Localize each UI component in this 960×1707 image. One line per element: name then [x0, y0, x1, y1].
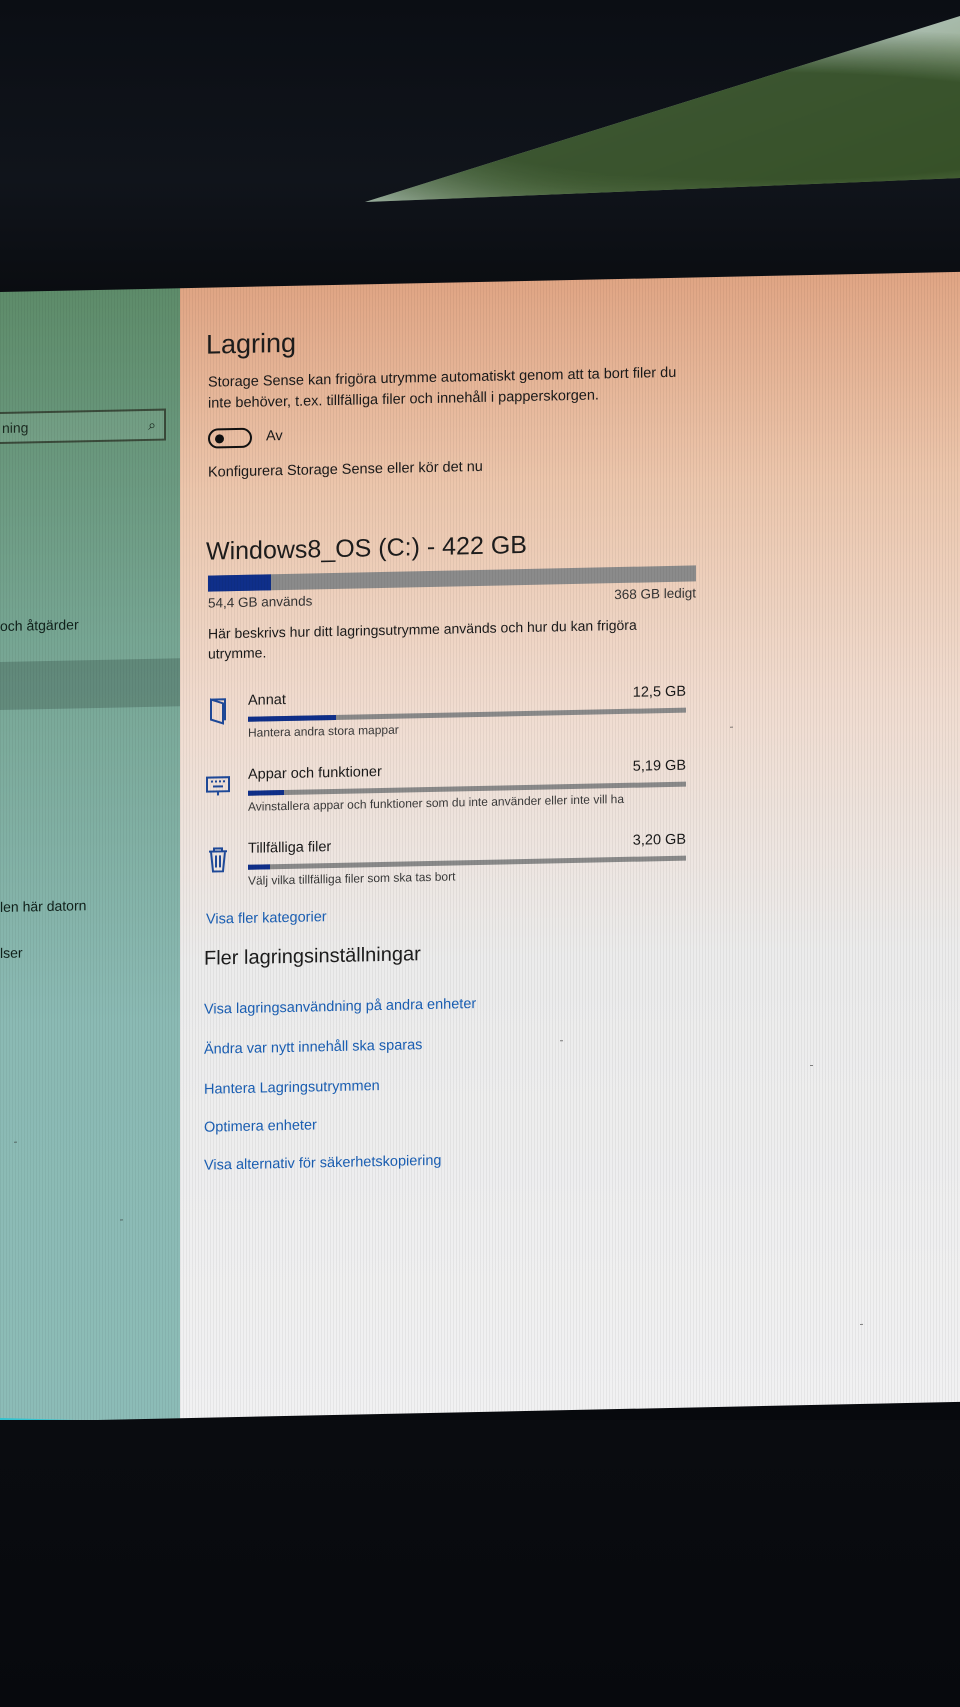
more-settings-heading: Fler lagringsinställningar	[204, 943, 421, 970]
toggle-state-label: Av	[266, 428, 283, 445]
monitor-screen: ning ⌕ och åtgärder len här datorn lser …	[0, 242, 960, 1423]
category-subtitle: Hantera andra stora mappar	[248, 722, 399, 740]
category-bar-fill	[248, 714, 336, 722]
show-more-categories-link[interactable]: Visa fler kategorier	[206, 909, 327, 928]
category-name: Appar och funktioner	[248, 764, 382, 783]
page-title: Lagring	[206, 327, 297, 360]
trash-icon	[209, 847, 227, 873]
category-size: 3,20 GB	[632, 831, 686, 849]
toggle-knob	[215, 434, 224, 444]
drive-used-label: 54,4 GB används	[208, 593, 313, 611]
category-subtitle: Avinstallera appar och funktioner som du…	[248, 791, 624, 814]
category-subtitle: Välj vilka tillfälliga filer som ska tas…	[248, 869, 456, 888]
sidebar-item-selected[interactable]	[0, 658, 180, 710]
screen-dust	[14, 1141, 17, 1143]
storage-sense-toggle[interactable]	[208, 427, 252, 449]
category-bar	[248, 855, 686, 870]
search-icon[interactable]: ⌕	[144, 416, 164, 433]
link-optimize-drives[interactable]: Optimera enheter	[204, 1117, 317, 1135]
category-bar-fill	[248, 790, 285, 796]
category-name: Tillfälliga filer	[248, 839, 332, 857]
category-name: Annat	[248, 692, 286, 709]
screen-dust	[860, 1323, 863, 1325]
screen-dust	[730, 726, 733, 728]
folder-icon	[210, 698, 226, 725]
screen-dust	[120, 1219, 123, 1221]
drive-free-label: 368 GB ledigt	[614, 585, 696, 603]
settings-sidebar	[0, 288, 180, 1423]
category-bar-fill	[248, 864, 270, 870]
category-temp-files[interactable]: Tillfälliga filer 3,20 GB Välj vilka til…	[206, 832, 686, 902]
category-other[interactable]: Annat 12,5 GB Hantera andra stora mappar	[206, 684, 686, 754]
settings-search-box[interactable]: ning ⌕	[0, 408, 166, 445]
search-input[interactable]: ning	[0, 419, 28, 436]
keyboard-icon	[206, 776, 230, 796]
category-bar	[248, 707, 686, 722]
monitor-bezel-bottom	[0, 1420, 960, 1707]
sidebar-item-this-pc[interactable]: len här datorn	[0, 897, 86, 915]
sidebar-item-actions[interactable]: och åtgärder	[0, 616, 79, 634]
screen-dust	[560, 1040, 563, 1042]
category-apps[interactable]: Appar och funktioner 5,19 GB Avinstaller…	[206, 758, 686, 828]
drive-usage-fill	[208, 574, 271, 592]
category-size: 5,19 GB	[632, 757, 686, 775]
sidebar-item-settings[interactable]: lser	[0, 945, 23, 961]
screen-dust	[810, 1064, 813, 1067]
category-size: 12,5 GB	[632, 683, 686, 701]
